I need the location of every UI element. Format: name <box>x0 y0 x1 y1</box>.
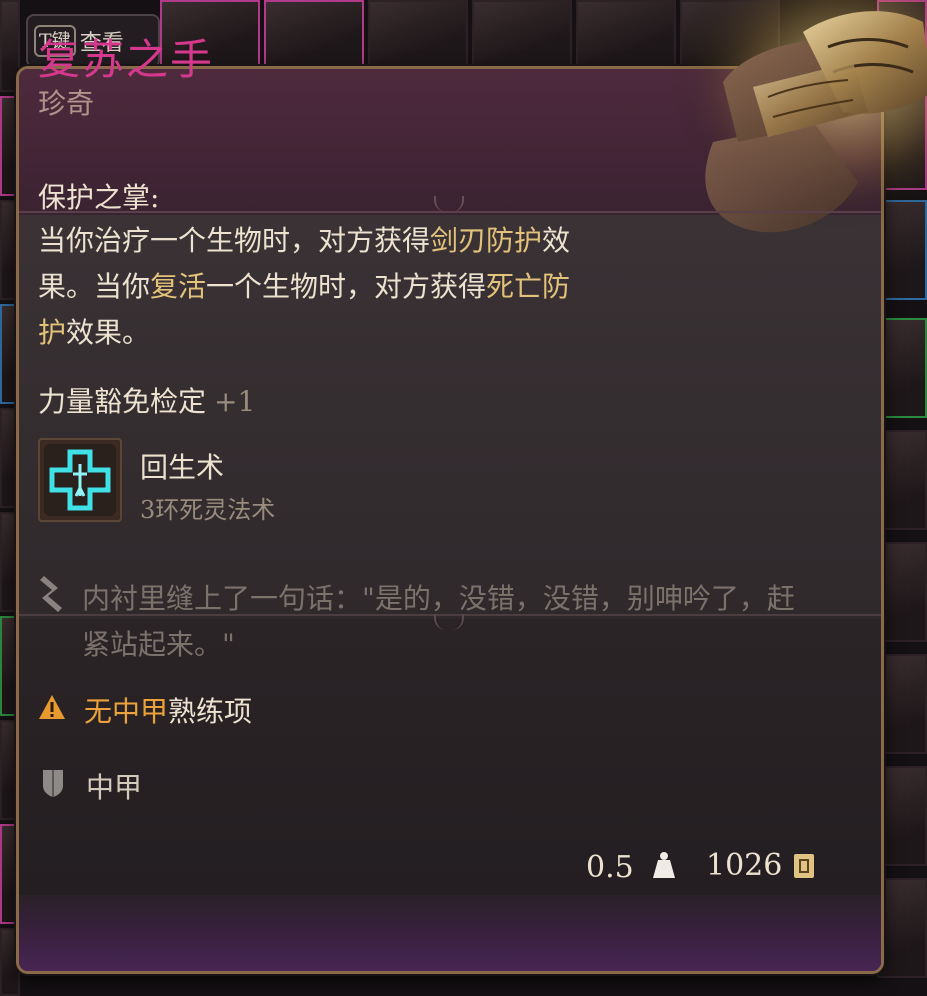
passive-description: 当你治疗一个生物时，对方获得剑刃防护效果。当你复活一个生物时，对方获得死亡防护效… <box>38 218 598 356</box>
gold-value: 1026 <box>706 848 783 883</box>
item-name: 复苏之手 <box>38 35 215 84</box>
passive-text: 效果。 <box>66 316 151 349</box>
quote-icon <box>40 576 62 612</box>
warning-text: 熟练项 <box>168 695 253 728</box>
item-rarity: 珍奇 <box>38 87 95 120</box>
inventory-slot[interactable] <box>264 0 364 66</box>
bonus-value: +1 <box>214 385 256 418</box>
spell-level: 3环死灵法术 <box>140 496 276 524</box>
passive-name: 保护之掌: <box>38 181 160 214</box>
resurrection-cross-icon[interactable] <box>38 438 122 522</box>
inventory-slot[interactable] <box>368 0 468 66</box>
inventory-slot[interactable] <box>877 318 927 418</box>
keyword-blade-ward[interactable]: 剑刃防护 <box>430 224 542 257</box>
weight-icon <box>653 852 675 878</box>
gold-coin-icon <box>794 854 814 878</box>
inventory-slot[interactable] <box>877 766 927 866</box>
tooltip-footer <box>19 895 881 971</box>
warning-highlight: 无中甲 <box>84 695 169 728</box>
flavor-text: 内衬里缝上了一句话："是的，没错，没错，别呻吟了，赶紧站起来。" <box>82 582 795 661</box>
inventory-slot[interactable] <box>472 0 572 66</box>
inventory-slot[interactable] <box>877 878 927 978</box>
spell-name[interactable]: 回生术 <box>140 446 224 486</box>
shield-icon <box>43 770 63 797</box>
inventory-slot[interactable] <box>877 654 927 754</box>
warning-icon <box>39 695 65 719</box>
armor-type: 中甲 <box>86 771 143 804</box>
inventory-slot[interactable] <box>877 542 927 642</box>
weight-value: 0.5 <box>586 850 634 885</box>
inventory-slot[interactable] <box>877 430 927 530</box>
passive-text: 一个生物时，对方获得 <box>206 270 487 303</box>
passive-text: 当你治疗一个生物时，对方获得 <box>38 224 431 257</box>
bonus-label: 力量豁免检定 <box>38 385 207 418</box>
saving-throw-bonus: 力量豁免检定 +1 <box>38 380 255 420</box>
keyword-revive[interactable]: 复活 <box>150 270 206 303</box>
gauntlet-item-image <box>653 0 927 242</box>
proficiency-warning: 无中甲熟练项 <box>84 690 252 730</box>
